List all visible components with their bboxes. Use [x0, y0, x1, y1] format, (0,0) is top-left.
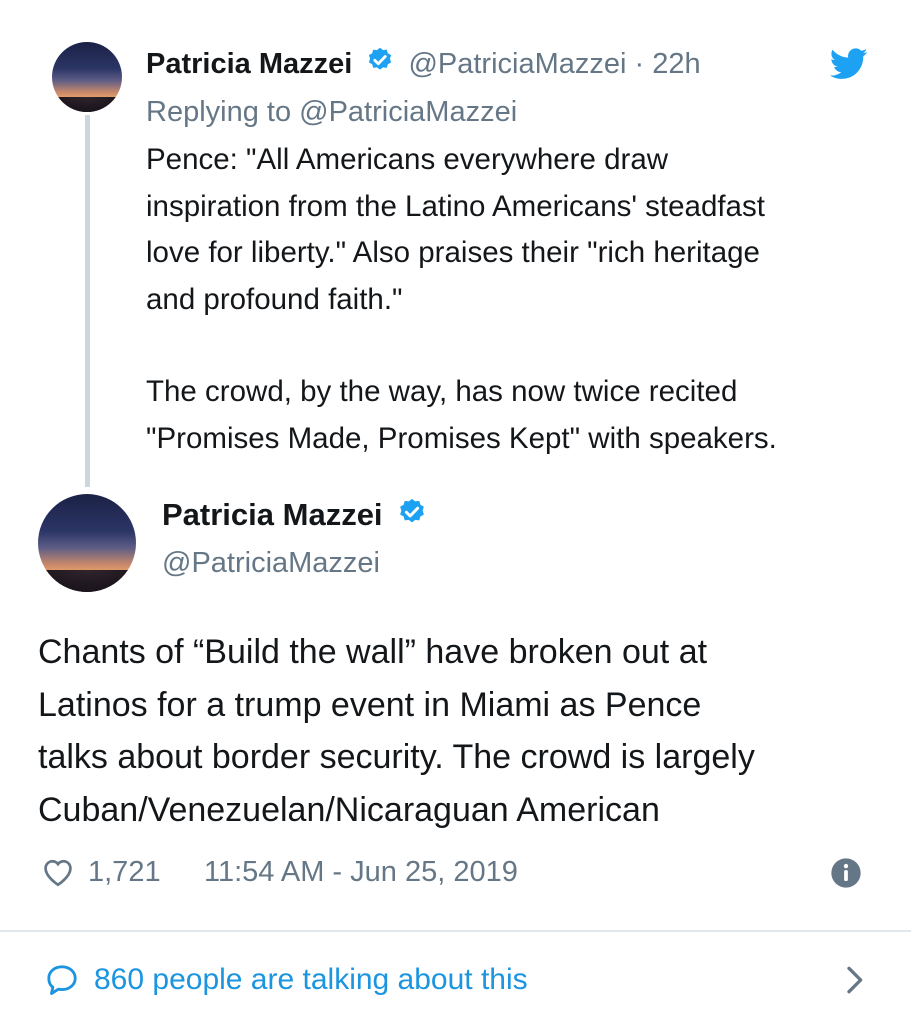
divider — [0, 930, 911, 932]
text-line: "Promises Made, Promises Kept" with spea… — [146, 421, 777, 455]
tweet2-text: Chants of “Build the wall” have broken o… — [38, 626, 755, 836]
separator-dot: · — [626, 48, 653, 80]
tweet-time[interactable]: 22h — [652, 48, 700, 80]
info-icon[interactable] — [830, 857, 862, 889]
author-handle[interactable]: @PatriciaMazzei — [162, 543, 380, 583]
tweet1-text: Pence: "All Americans everywhere draw in… — [146, 137, 777, 462]
text-line: Cuban/Venezuelan/Nicaraguan American — [38, 790, 660, 829]
tweet-timestamp[interactable]: 11:54 AM - Jun 25, 2019 — [204, 852, 518, 892]
tweet1-header: Patricia Mazzei @PatriciaMazzei · 22h — [146, 44, 701, 84]
author-name[interactable]: Patricia Mazzei — [162, 497, 383, 532]
twitter-bird-icon[interactable] — [829, 48, 868, 80]
conversation-link[interactable]: 860 people are talking about this — [44, 958, 874, 1002]
talking-about-text[interactable]: 860 people are talking about this — [94, 963, 528, 997]
text-line: Latinos for a trump event in Miami as Pe… — [38, 685, 702, 724]
text-line: Chants of “Build the wall” have broken o… — [38, 633, 708, 671]
verified-badge-icon — [366, 45, 394, 85]
text-line: and profound faith." — [146, 282, 403, 316]
tweet2-author: Patricia Mazzei — [162, 494, 427, 538]
like-count: 1,721 — [88, 855, 161, 888]
text-line: The crowd, by the way, has now twice rec… — [146, 375, 738, 408]
chevron-right-icon[interactable] — [834, 960, 874, 1000]
author-handle[interactable]: @PatriciaMazzei — [408, 48, 626, 80]
replying-to[interactable]: Replying to @PatriciaMazzei — [146, 92, 517, 132]
thread-line — [85, 115, 90, 487]
speech-bubble-icon — [44, 962, 80, 998]
text-line: talks about border security. The crowd i… — [38, 738, 755, 776]
text-line: inspiration from the Latino Americans' s… — [146, 189, 765, 223]
text-line: Pence: "All Americans everywhere draw — [146, 143, 669, 176]
avatar[interactable] — [52, 42, 122, 112]
text-line: love for liberty." Also praises their "r… — [146, 236, 760, 269]
author-name[interactable]: Patricia Mazzei — [146, 48, 352, 80]
heart-icon — [40, 854, 76, 890]
like-button[interactable]: 1,721 — [40, 852, 161, 892]
avatar[interactable] — [38, 494, 136, 592]
verified-badge-icon — [397, 496, 427, 538]
